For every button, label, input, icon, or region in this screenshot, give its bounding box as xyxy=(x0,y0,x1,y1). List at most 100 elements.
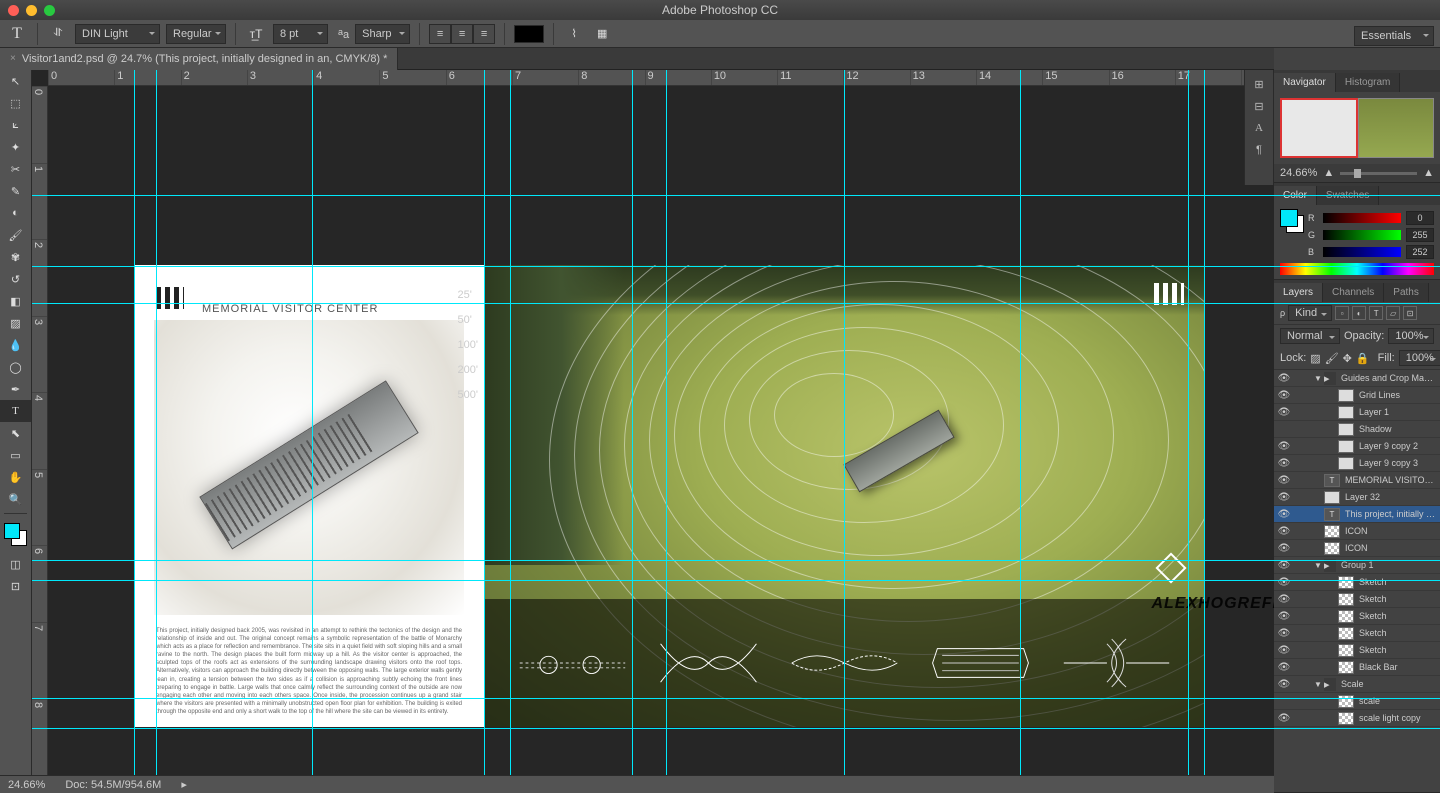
visibility-icon[interactable]: 👁 xyxy=(1274,679,1294,690)
filter-kind-dropdown[interactable]: Kind xyxy=(1288,305,1332,321)
marquee-tool[interactable]: ⬚ xyxy=(0,92,31,114)
crop-tool[interactable]: ✂ xyxy=(0,158,31,180)
dodge-tool[interactable]: ◯ xyxy=(0,356,31,378)
tab-navigator[interactable]: Navigator xyxy=(1274,73,1336,92)
antialias-dropdown[interactable]: Sharp xyxy=(355,24,410,44)
layer-row[interactable]: 👁Sketch xyxy=(1274,574,1440,591)
workspace-dropdown[interactable]: Essentials xyxy=(1354,26,1434,46)
zoom-out-icon[interactable]: ▲ xyxy=(1323,167,1334,179)
stamp-tool[interactable]: ✾ xyxy=(0,246,31,268)
layer-row[interactable]: 👁Sketch xyxy=(1274,608,1440,625)
type-tool-icon[interactable]: T xyxy=(6,23,28,45)
layer-row[interactable]: 👁Grid Lines xyxy=(1274,387,1440,404)
g-slider[interactable] xyxy=(1323,230,1401,240)
canvas-area[interactable]: 01234567891011121314151617181920 0123456… xyxy=(32,70,1440,775)
align-left-button[interactable]: ≡ xyxy=(429,24,451,44)
foreground-color-swatch[interactable] xyxy=(4,523,20,539)
status-doc-size[interactable]: Doc: 54.5M/954.6M xyxy=(65,779,161,791)
visibility-icon[interactable]: 👁 xyxy=(1274,509,1294,520)
text-color-swatch[interactable] xyxy=(514,25,544,43)
lock-pixels-icon[interactable]: 🖌 xyxy=(1325,352,1339,365)
visibility-icon[interactable]: 👁 xyxy=(1274,645,1294,656)
visibility-icon[interactable]: 👁 xyxy=(1274,373,1294,384)
b-slider[interactable] xyxy=(1323,247,1401,257)
brush-tool[interactable]: 🖌 xyxy=(0,224,31,246)
eyedropper-tool[interactable]: ✎ xyxy=(0,180,31,202)
character-panel-icon[interactable]: ▦ xyxy=(591,23,613,45)
status-arrow-icon[interactable]: ▸ xyxy=(181,778,187,791)
visibility-icon[interactable]: 👁 xyxy=(1274,594,1294,605)
orientation-icon[interactable]: ⥯ xyxy=(47,23,69,45)
visibility-icon[interactable]: 👁 xyxy=(1274,662,1294,673)
layer-row[interactable]: 👁Layer 1 xyxy=(1274,404,1440,421)
visibility-icon[interactable]: 👁 xyxy=(1274,628,1294,639)
font-size-dropdown[interactable]: 8 pt xyxy=(273,24,328,44)
panel-icon[interactable]: A xyxy=(1245,118,1273,138)
color-picker[interactable] xyxy=(0,523,31,553)
tab-layers[interactable]: Layers xyxy=(1274,283,1323,302)
filter-pixel-icon[interactable]: ▫ xyxy=(1335,306,1349,320)
healing-tool[interactable]: ◐ xyxy=(0,202,31,224)
blend-mode-dropdown[interactable]: Normal xyxy=(1280,328,1340,344)
visibility-icon[interactable]: 👁 xyxy=(1274,407,1294,418)
blur-tool[interactable]: 💧 xyxy=(0,334,31,356)
quick-mask-icon[interactable]: ◫ xyxy=(0,553,31,575)
visibility-icon[interactable]: 👁 xyxy=(1274,390,1294,401)
history-brush-tool[interactable]: ↺ xyxy=(0,268,31,290)
color-swatch[interactable] xyxy=(1280,209,1298,227)
visibility-icon[interactable]: 👁 xyxy=(1274,713,1294,724)
panel-icon[interactable]: ⊟ xyxy=(1245,96,1273,116)
shape-tool[interactable]: ▭ xyxy=(0,444,31,466)
hand-tool[interactable]: ✋ xyxy=(0,466,31,488)
tab-histogram[interactable]: Histogram xyxy=(1336,73,1401,92)
layer-row[interactable]: 👁Layer 32 xyxy=(1274,489,1440,506)
visibility-icon[interactable]: 👁 xyxy=(1274,526,1294,537)
layer-row[interactable]: 👁TThis project, initially des... xyxy=(1274,506,1440,523)
layer-row[interactable]: 👁Sketch xyxy=(1274,591,1440,608)
wand-tool[interactable]: ✦ xyxy=(0,136,31,158)
layer-row[interactable]: Shadow xyxy=(1274,421,1440,438)
lock-pos-icon[interactable]: ✥ xyxy=(1343,352,1352,365)
status-zoom[interactable]: 24.66% xyxy=(8,779,45,791)
b-value[interactable]: 252 xyxy=(1406,245,1434,259)
align-center-button[interactable]: ≡ xyxy=(451,24,473,44)
warp-text-icon[interactable]: ⌇ xyxy=(563,23,585,45)
layer-row[interactable]: 👁Sketch xyxy=(1274,625,1440,642)
layer-row[interactable]: 👁TMEMORIAL VISITOR CEN... xyxy=(1274,472,1440,489)
visibility-icon[interactable]: 👁 xyxy=(1274,543,1294,554)
lasso-tool[interactable]: ⟀ xyxy=(0,114,31,136)
opacity-dropdown[interactable]: 100% xyxy=(1388,328,1434,344)
r-slider[interactable] xyxy=(1323,213,1401,223)
visibility-icon[interactable]: 👁 xyxy=(1274,560,1294,571)
spectrum-bar[interactable] xyxy=(1280,263,1434,275)
panel-icon[interactable]: ⊞ xyxy=(1245,74,1273,94)
tab-paths[interactable]: Paths xyxy=(1384,283,1429,302)
font-style-dropdown[interactable]: Regular xyxy=(166,24,226,44)
font-family-dropdown[interactable]: DIN Light xyxy=(75,24,160,44)
lock-trans-icon[interactable]: ▨ xyxy=(1310,352,1320,365)
layer-row[interactable]: 👁▼▸Scale xyxy=(1274,676,1440,693)
g-value[interactable]: 255 xyxy=(1406,228,1434,242)
path-select-tool[interactable]: ⬉ xyxy=(0,422,31,444)
visibility-icon[interactable]: 👁 xyxy=(1274,577,1294,588)
type-tool[interactable]: T xyxy=(0,400,31,422)
zoom-tool[interactable]: 🔍 xyxy=(0,488,31,510)
filter-adjust-icon[interactable]: ◐ xyxy=(1352,306,1366,320)
eraser-tool[interactable]: ◧ xyxy=(0,290,31,312)
navigator-thumbnail[interactable] xyxy=(1274,92,1440,164)
filter-smart-icon[interactable]: ⊡ xyxy=(1403,306,1417,320)
layer-row[interactable]: 👁Layer 9 copy 3 xyxy=(1274,455,1440,472)
move-tool[interactable]: ↖ xyxy=(0,70,31,92)
align-right-button[interactable]: ≡ xyxy=(473,24,495,44)
lock-all-icon[interactable]: 🔒 xyxy=(1356,352,1370,365)
horizontal-ruler[interactable]: 01234567891011121314151617181920 xyxy=(48,70,1440,86)
layer-row[interactable]: 👁ICON xyxy=(1274,523,1440,540)
tab-channels[interactable]: Channels xyxy=(1323,283,1384,302)
layer-row[interactable]: 👁Sketch xyxy=(1274,642,1440,659)
visibility-icon[interactable]: 👁 xyxy=(1274,611,1294,622)
visibility-icon[interactable]: 👁 xyxy=(1274,441,1294,452)
vertical-ruler[interactable]: 012345678 xyxy=(32,86,48,775)
close-tab-icon[interactable]: × xyxy=(10,53,16,64)
visibility-icon[interactable]: 👁 xyxy=(1274,492,1294,503)
layer-row[interactable]: 👁Black Bar xyxy=(1274,659,1440,676)
